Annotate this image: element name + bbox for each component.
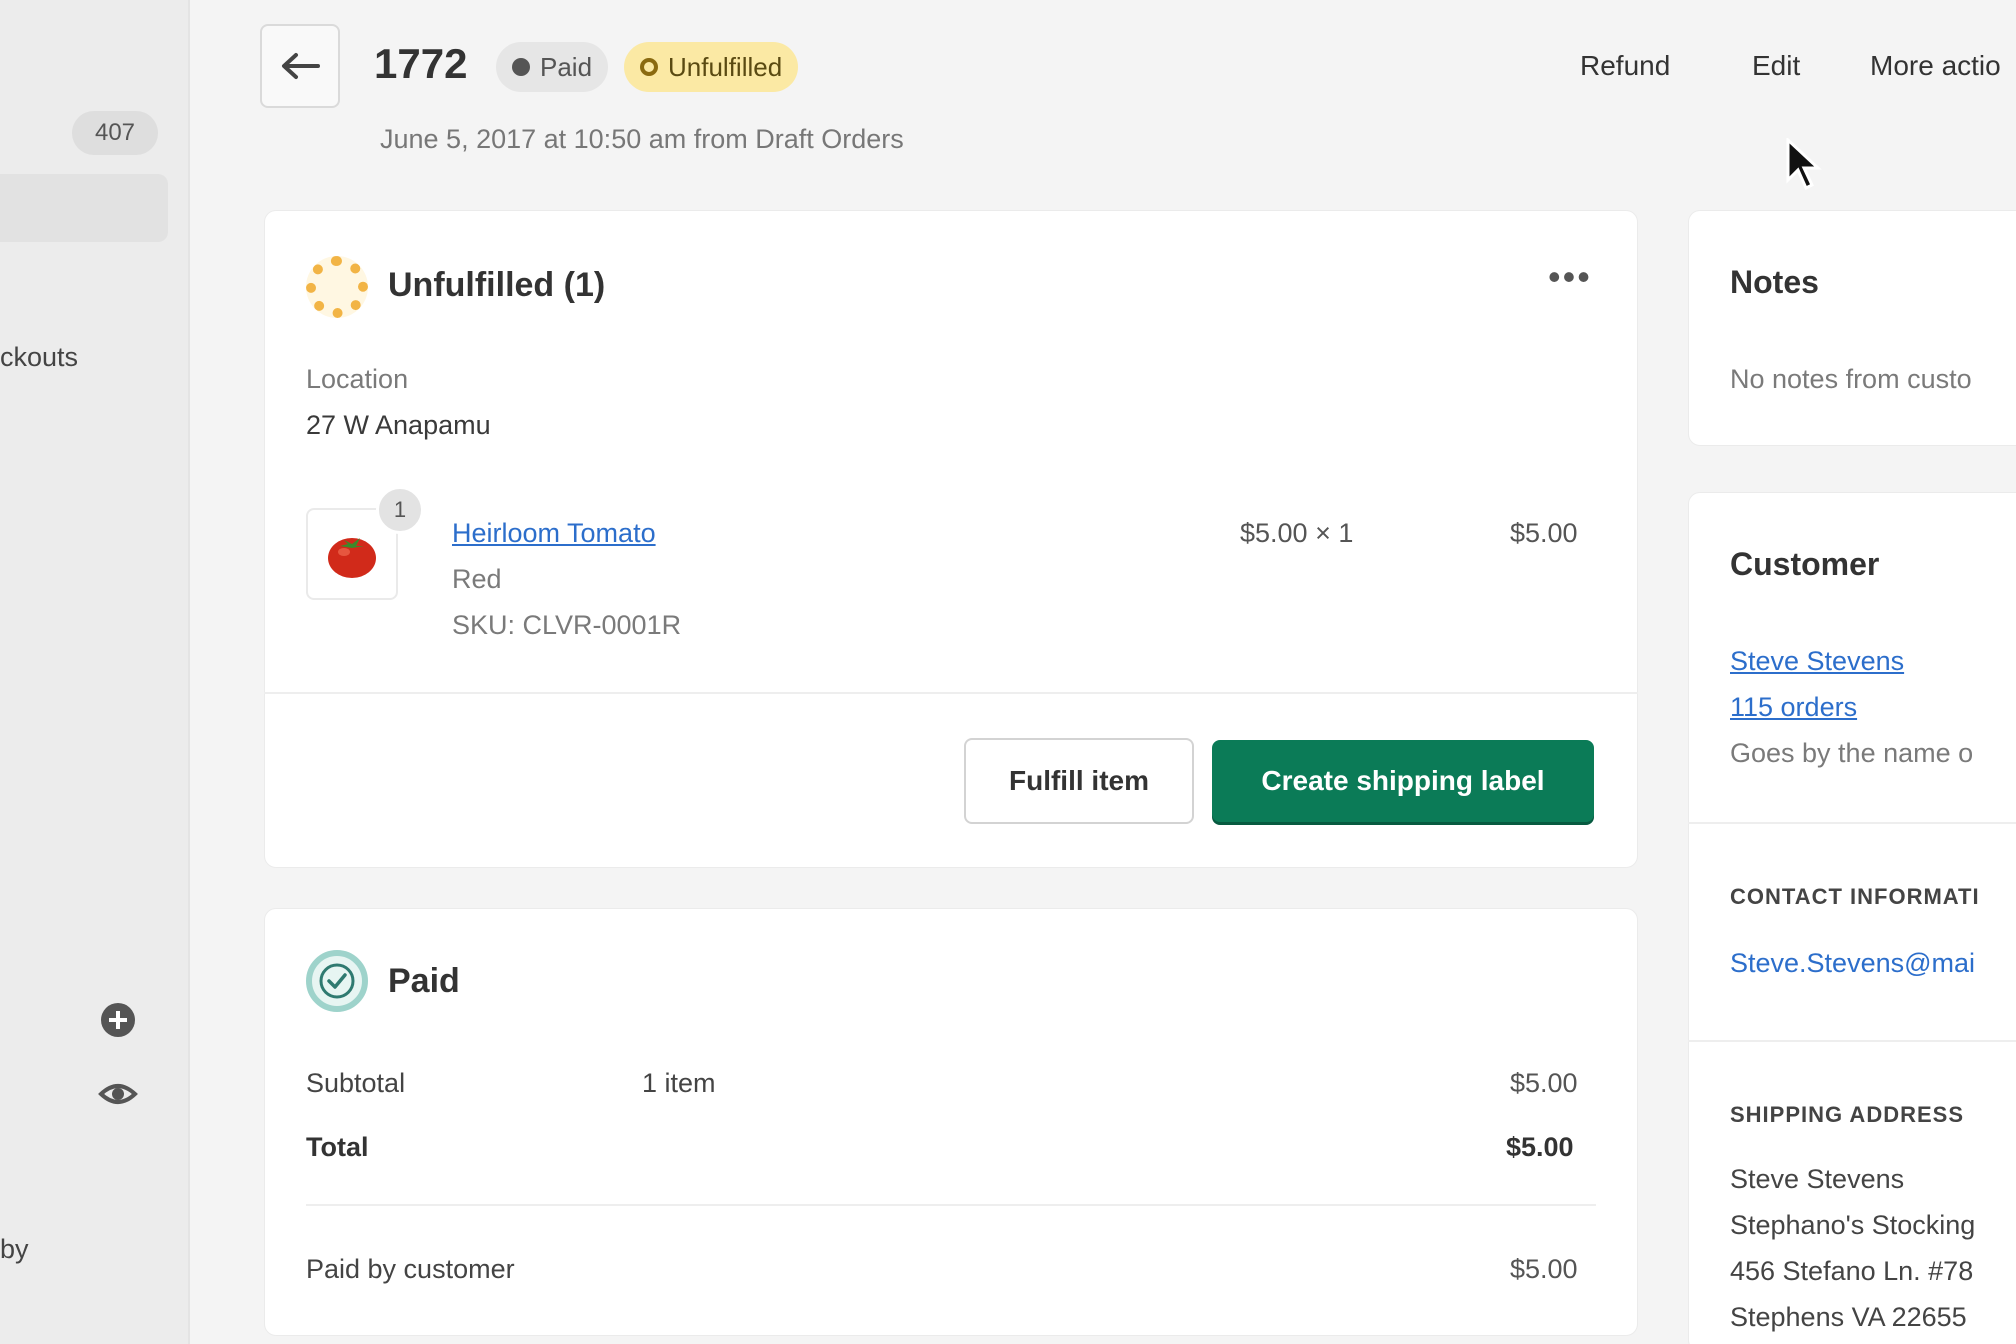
product-line-total: $5.00 xyxy=(1510,518,1578,548)
location-value: 27 W Anapamu xyxy=(306,410,491,440)
paid-by-customer-value: $5.00 xyxy=(1510,1254,1578,1284)
order-number: 1772 xyxy=(374,40,468,87)
location-label: Location xyxy=(306,364,409,394)
subtotal-value: $5.00 xyxy=(1510,1068,1578,1098)
sidebar-item-orders-active[interactable] xyxy=(0,174,168,242)
divider xyxy=(306,1204,1596,1206)
unfulfilled-status-badge: Unfulfilled xyxy=(624,42,799,92)
arrow-left-icon xyxy=(282,53,320,79)
order-subtitle: June 5, 2017 at 10:50 am from Draft Orde… xyxy=(380,124,904,154)
paid-status-icon xyxy=(306,950,368,1012)
divider xyxy=(264,692,1638,694)
unfulfilled-status-icon xyxy=(306,256,368,318)
create-shipping-label-button[interactable]: Create shipping label xyxy=(1212,740,1594,822)
paid-by-customer-label: Paid by customer xyxy=(306,1254,515,1284)
back-button[interactable] xyxy=(260,24,340,108)
more-options-icon[interactable]: ••• xyxy=(1548,256,1592,298)
edit-button[interactable]: Edit xyxy=(1752,50,1800,82)
total-value: $5.00 xyxy=(1506,1132,1574,1162)
more-actions-button[interactable]: More actio xyxy=(1870,50,2001,82)
address-line: Steve Stevens xyxy=(1730,1164,1905,1194)
payment-card-title: Paid xyxy=(388,962,460,1000)
product-variant: Red xyxy=(452,564,502,594)
address-line: 456 Stefano Ln. #78 xyxy=(1730,1256,1974,1286)
total-label: Total xyxy=(306,1132,369,1162)
address-line: Stephens VA 22655 xyxy=(1730,1302,1967,1332)
refund-button[interactable]: Refund xyxy=(1580,50,1670,82)
paid-status-badge: Paid xyxy=(496,42,609,92)
eye-icon[interactable] xyxy=(98,1074,138,1114)
paid-badge-label: Paid xyxy=(540,51,593,82)
subtotal-label: Subtotal xyxy=(306,1068,406,1098)
customer-note: Goes by the name o xyxy=(1730,738,1974,768)
notes-text: No notes from custo xyxy=(1730,364,1972,394)
sidebar-footer-text: by xyxy=(0,1234,29,1264)
product-name-link[interactable]: Heirloom Tomato xyxy=(452,518,656,549)
product-price-quantity: $5.00 × 1 xyxy=(1240,518,1354,548)
sidebar: 407 ckouts by xyxy=(0,0,190,1344)
checkmark-icon xyxy=(319,963,355,999)
shipping-address-label: SHIPPING ADDRESS xyxy=(1730,1102,1965,1127)
contact-information-label: CONTACT INFORMATI xyxy=(1730,884,1980,909)
customer-title: Customer xyxy=(1730,546,1880,582)
ring-icon xyxy=(640,58,658,76)
divider xyxy=(1688,822,2016,824)
unfulfilled-badge-label: Unfulfilled xyxy=(668,51,783,82)
subtotal-item-count: 1 item xyxy=(642,1068,716,1098)
notes-card xyxy=(1688,210,2016,446)
sidebar-item-abandoned-checkouts[interactable]: ckouts xyxy=(0,342,78,373)
fulfill-item-button[interactable]: Fulfill item xyxy=(964,738,1194,824)
customer-name-link[interactable]: Steve Stevens xyxy=(1730,646,1904,677)
customer-email-link[interactable]: Steve.Stevens@mai xyxy=(1730,948,1975,979)
address-line: Stephano's Stocking xyxy=(1730,1210,1976,1240)
customer-orders-link[interactable]: 115 orders xyxy=(1730,692,1857,723)
plus-circle-icon[interactable] xyxy=(98,1000,138,1040)
dot-icon xyxy=(512,58,530,76)
orders-count-badge: 407 xyxy=(72,111,158,155)
quantity-badge: 1 xyxy=(376,486,424,534)
fulfillment-card-title: Unfulfilled (1) xyxy=(388,266,606,304)
product-sku: SKU: CLVR-0001R xyxy=(452,610,682,640)
divider xyxy=(1688,1040,2016,1042)
tomato-icon xyxy=(328,538,376,578)
notes-title: Notes xyxy=(1730,264,1819,300)
mouse-cursor-icon xyxy=(1786,138,1822,191)
